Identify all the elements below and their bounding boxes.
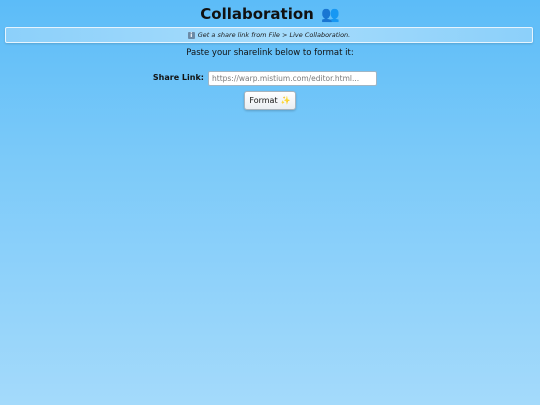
- info-banner: i Get a share link from File > Live Coll…: [5, 27, 533, 43]
- page-title: Collaboration 👥: [0, 4, 540, 24]
- sparkles-icon: ✨: [280, 96, 291, 105]
- info-banner-text: Get a share link from File > Live Collab…: [197, 31, 351, 39]
- instructions-text: Paste your sharelink below to format it:: [186, 48, 354, 58]
- format-button-label: Format: [249, 96, 278, 105]
- page-title-text: Collaboration: [200, 5, 314, 23]
- share-link-label: Share Link:: [152, 73, 204, 82]
- info-icon: i: [187, 31, 195, 39]
- format-button[interactable]: Format ✨: [244, 91, 296, 110]
- people-icon: 👥: [321, 5, 340, 23]
- share-link-input[interactable]: [208, 71, 377, 86]
